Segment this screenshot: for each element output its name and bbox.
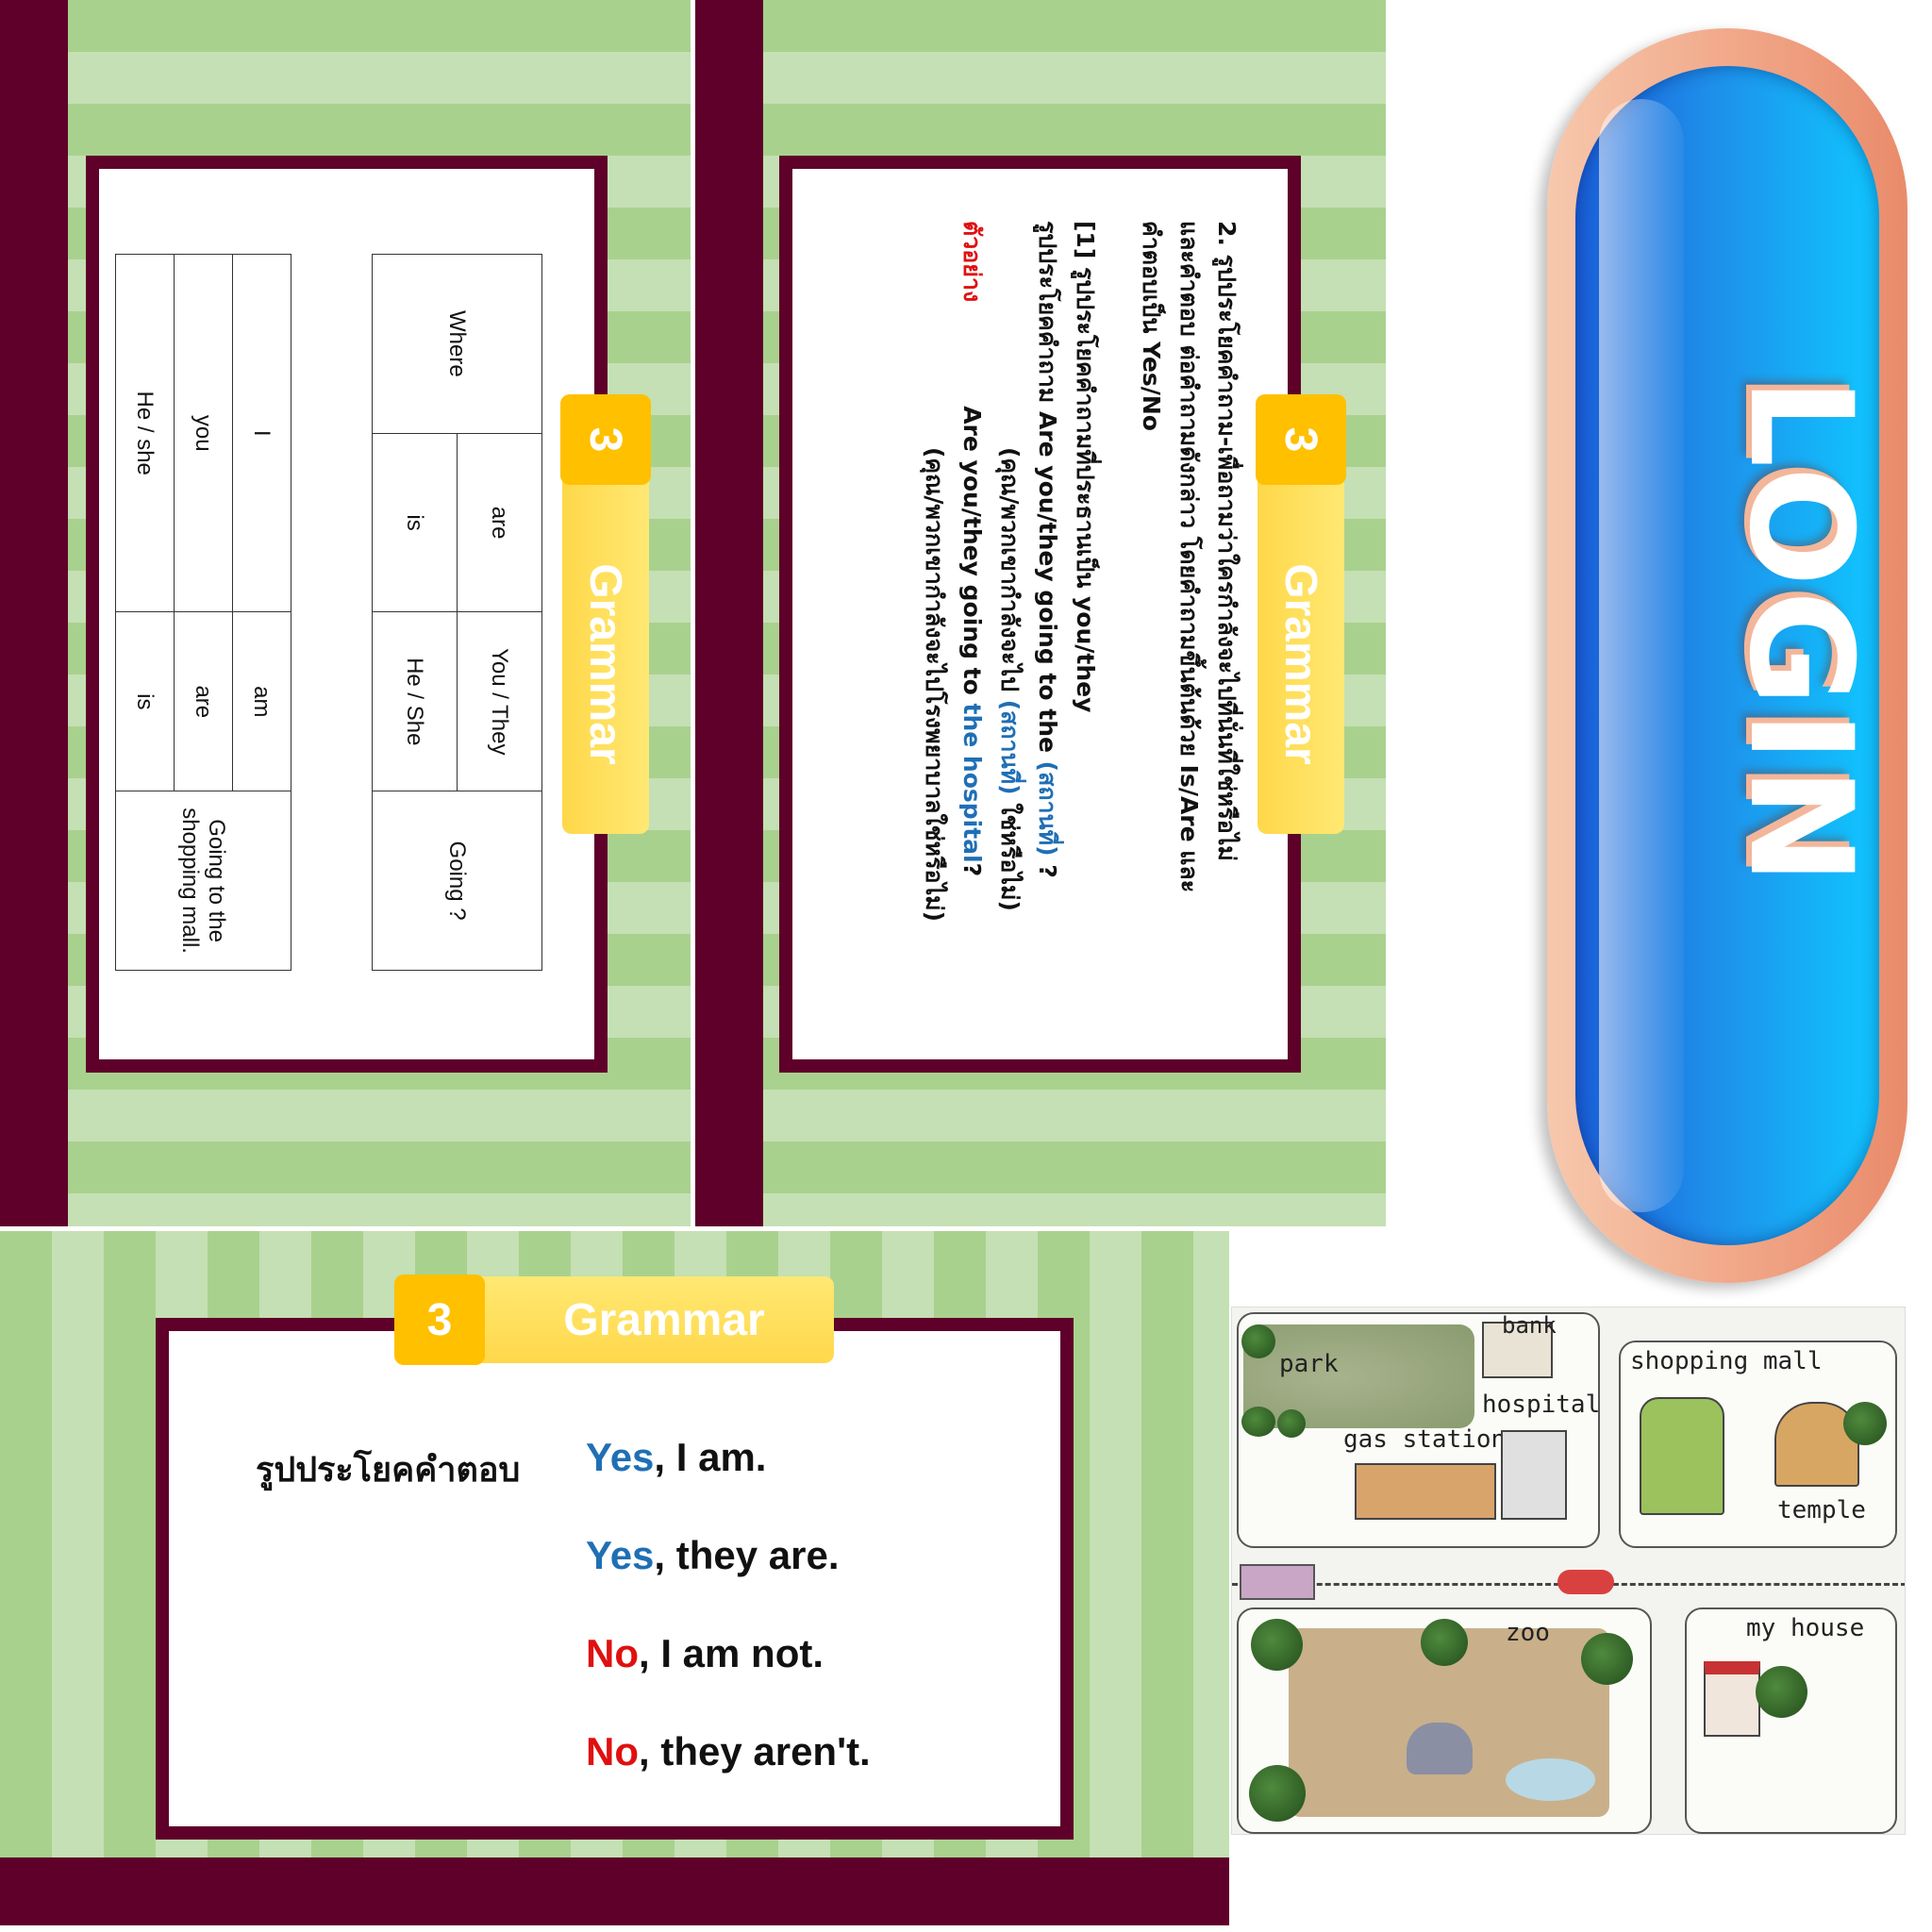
tree-icon [1843, 1402, 1887, 1445]
question-line: [1] รูปประโยคคำถามที่ประธานเป็น you/they [1072, 221, 1099, 713]
badge-number: 3 [560, 394, 651, 485]
question-line: คำตอบเป็น Yes/No [1138, 221, 1165, 431]
table-cell: is [115, 611, 175, 791]
section-badge: 3 Grammar [394, 1274, 834, 1365]
text-run: (คุณ/พวกเขากำลังจะไป [996, 447, 1024, 700]
table-cell: am [232, 611, 291, 791]
slide-maroon-bar [0, 1857, 1229, 1925]
hospital-building [1501, 1430, 1567, 1520]
table-cell: you [174, 254, 233, 612]
tree-icon [1241, 1324, 1275, 1358]
table-cell: are [457, 433, 542, 612]
table-cell: You / They [457, 611, 542, 791]
text-run-blue: the hospital [958, 703, 986, 863]
table-cell: Going to the shopping mall. [115, 791, 291, 971]
table-cell: Where [372, 254, 542, 434]
answer-rest: , I am not. [639, 1631, 824, 1675]
tree-icon [1277, 1409, 1306, 1438]
answer-label: รูปประโยคคำตอบ [256, 1451, 521, 1490]
text-run-blue: (สถานที่) [1034, 760, 1061, 857]
slide-card: Where are You / They Going ? is He / She… [86, 156, 608, 1073]
table-cell: are [174, 611, 233, 791]
slide-card: รูปประโยคคำตอบ Yes, I am. Yes, they are.… [156, 1318, 1074, 1840]
answer-line: Yes, they are. [586, 1533, 840, 1578]
answer-lead-no: No [586, 1631, 639, 1675]
tree-icon [1251, 1619, 1303, 1671]
table-cell: Going ? [372, 791, 542, 971]
answer-lead-yes: Yes [586, 1435, 655, 1479]
answer-rest: , they are. [654, 1533, 840, 1577]
answer-line: No, I am not. [586, 1631, 824, 1676]
map-label-bank: bank [1502, 1312, 1557, 1339]
car-icon [1557, 1570, 1614, 1594]
map-label-my-house: my house [1746, 1614, 1865, 1642]
park-area [1243, 1324, 1474, 1428]
example-label: ตัวอย่าง [958, 221, 986, 303]
answer-line: No, they aren't. [586, 1729, 871, 1774]
pond-icon [1506, 1758, 1595, 1801]
question-line: 2. รูปประโยคคำถาม-เพื่อถามว่าใครกำลังจะไ… [1213, 221, 1241, 861]
slide-maroon-bar [0, 0, 68, 1226]
map-label-park: park [1279, 1350, 1339, 1378]
table-cell: He / She [372, 611, 458, 791]
question-text-block: 2. รูปประโยคคำถาม-เพื่อถามว่าใครกำลังจะไ… [915, 221, 1245, 922]
badge-title: Grammar [475, 1276, 834, 1363]
badge-number: 3 [394, 1274, 485, 1365]
tree-icon [1241, 1407, 1275, 1437]
tree-icon [1581, 1633, 1633, 1685]
question-slide: 2. รูปประโยคคำถาม-เพื่อถามว่าใครกำลังจะไ… [695, 0, 1386, 1226]
login-button-area: LOGIN [1509, 19, 1924, 1302]
badge-title: Grammar [562, 475, 649, 834]
question-line: และคำตอบ ต่อคำถามดังกล่าว โดยคำถามขึ้นต้… [1175, 221, 1203, 893]
table-slide: Where are You / They Going ? is He / She… [0, 0, 691, 1226]
grammar-table-rotated: Where are You / They Going ? is He / She… [115, 254, 542, 971]
answer-lead-yes: Yes [586, 1533, 655, 1577]
text-run: Are you/they going to [958, 406, 986, 704]
answer-rest: , I am. [654, 1435, 767, 1479]
elephant-icon [1407, 1723, 1473, 1774]
table-spacer [291, 255, 373, 971]
answer-slide: รูปประโยคคำตอบ Yes, I am. Yes, they are.… [0, 1231, 1229, 1925]
table-cell: He / she [115, 254, 175, 612]
answer-rest: , they aren't. [639, 1729, 871, 1774]
map-label-zoo: zoo [1506, 1619, 1550, 1647]
slide-maroon-bar [695, 0, 763, 1226]
tree-icon [1249, 1765, 1306, 1822]
text-run: รูปประโยคคำถาม Are you/they going to the [1034, 221, 1061, 761]
map-label-gas-station: gas station [1343, 1425, 1507, 1454]
table-cell: is [372, 433, 458, 612]
answer-line: Yes, I am. [586, 1435, 766, 1480]
map-label-shopping-mall: shopping mall [1630, 1347, 1823, 1375]
tree-icon [1756, 1666, 1807, 1718]
tree-icon [1421, 1619, 1468, 1666]
text-run: ? [1034, 856, 1061, 878]
table-cell: I [232, 254, 291, 612]
slide-card: 2. รูปประโยคคำถาม-เพื่อถามว่าใครกำลังจะไ… [779, 156, 1301, 1073]
truck-icon [1240, 1564, 1315, 1600]
question-line: รูปประโยคคำถาม Are you/they going to the… [1028, 221, 1066, 922]
grammar-table: Where are You / They Going ? is He / She… [115, 254, 542, 971]
badge-title: Grammar [1257, 475, 1344, 834]
question-line: ตัวอย่าง Are you/they going to the hospit… [953, 221, 991, 922]
text-run: ? [958, 862, 986, 877]
text-run: ใช่หรือไม่) [996, 794, 1024, 911]
badge-number: 3 [1256, 394, 1346, 485]
map-label-temple: temple [1777, 1496, 1866, 1524]
login-button-shine [1599, 99, 1684, 1212]
question-line: (คุณ/พวกเขากำลังจะไป (สถานที่) ใช่หรือไม… [991, 221, 1028, 922]
house-building [1704, 1661, 1760, 1737]
town-map: park bank hospital gas station shopping … [1231, 1307, 1906, 1835]
login-label[interactable]: LOGIN [1718, 377, 1882, 889]
section-badge: 3 Grammar [560, 394, 651, 834]
gas-station-building [1355, 1463, 1496, 1520]
text-run-blue: (สถานที่) [996, 699, 1024, 795]
question-line: (คุณ/พวกเขากำลังจะไปโรงพยาบาลใช่หรือไม่) [921, 447, 948, 923]
answer-lead-no: No [586, 1729, 639, 1774]
map-label-hospital: hospital [1482, 1391, 1601, 1419]
section-badge: 3 Grammar [1256, 394, 1346, 834]
shopping-mall-building [1640, 1397, 1724, 1515]
